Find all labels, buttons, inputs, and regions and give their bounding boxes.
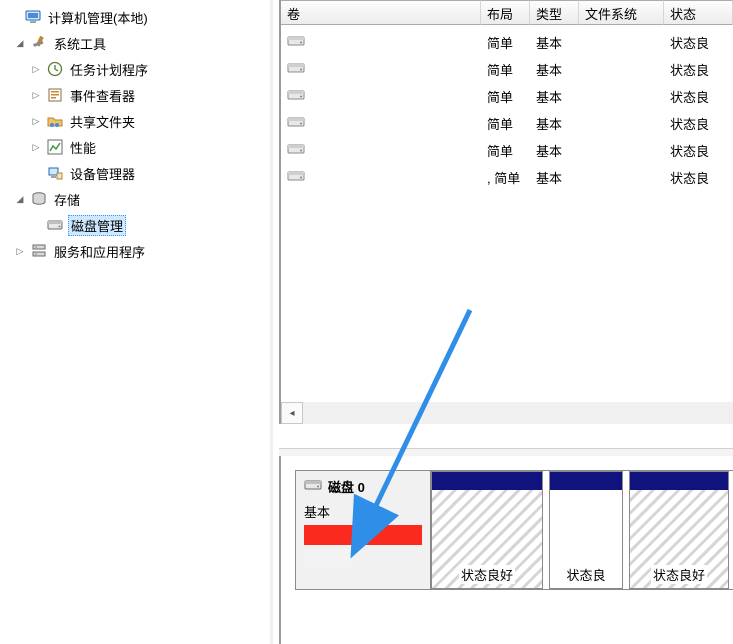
redacted-status [304, 549, 352, 567]
column-header-type[interactable]: 类型 [530, 0, 579, 25]
tree-label: 共享文件夹 [68, 112, 137, 131]
partition-2[interactable]: 状态良 [549, 471, 623, 589]
column-header-volume[interactable]: 卷 [281, 0, 481, 25]
partition-status: 状态良好 [651, 565, 707, 584]
tree-item-device-manager[interactable]: 设备管理器 [4, 160, 270, 186]
expand-icon[interactable]: ▷ [30, 116, 42, 127]
shared-folder-icon [46, 112, 64, 130]
clock-icon [46, 60, 64, 78]
tree-label: 设备管理器 [68, 164, 137, 183]
collapse-icon[interactable]: ◢ [14, 194, 26, 205]
disk-type: 基本 [304, 502, 422, 521]
tree-label: 计算机管理(本地) [46, 8, 150, 27]
disk-icon [304, 478, 322, 495]
volume-icon [287, 142, 305, 159]
volume-icon [287, 61, 305, 78]
volume-row[interactable]: 简单基本 状态良 [281, 29, 733, 56]
partition-color-bar [630, 472, 728, 490]
navigation-tree: 计算机管理(本地) ◢ 系统工具 ▷ 任务计划程序 ▷ 事件查看器 [0, 0, 270, 264]
volume-list-body: 简单基本状态良简单基本状态良简单基本状态良简单基本状态良简单基本状态良, 简单基… [281, 25, 733, 191]
cell-layout: , 简单 [481, 168, 530, 187]
volume-icon [287, 169, 305, 186]
tree-item-performance[interactable]: ▷ 性能 [4, 134, 270, 160]
tree-label: 存储 [52, 190, 82, 209]
cell-status: 状态良 [664, 168, 733, 187]
cell-type: 基本 [530, 60, 579, 79]
expand-icon[interactable]: ▷ [14, 246, 26, 257]
navigation-tree-pane: 计算机管理(本地) ◢ 系统工具 ▷ 任务计划程序 ▷ 事件查看器 [0, 0, 273, 644]
content-pane: 卷 布局 类型 文件系统 状态 简单基本状态良简单基本状态良简单基本状态良简单基… [273, 0, 733, 644]
tree-item-event-viewer[interactable]: ▷ 事件查看器 [4, 82, 270, 108]
services-icon [30, 242, 48, 260]
device-manager-icon [46, 164, 64, 182]
cell-layout: 简单 [481, 60, 530, 79]
cell-layout: 简单 [481, 114, 530, 133]
disk-row: 磁盘 0 基本 状态良好 状态良 状态良好 [295, 470, 733, 590]
column-header-status[interactable]: 状态 [664, 0, 733, 25]
cell-layout: 简单 [481, 87, 530, 106]
tools-icon [30, 34, 48, 52]
tree-label: 性能 [68, 138, 98, 157]
partition-color-bar [550, 472, 622, 490]
tree-item-system-tools[interactable]: ◢ 系统工具 [4, 30, 270, 56]
tree-label: 任务计划程序 [68, 60, 150, 79]
collapse-icon[interactable]: ◢ [14, 38, 26, 49]
tree-label: 服务和应用程序 [52, 242, 147, 261]
tree-item-services-apps[interactable]: ▷ 服务和应用程序 [4, 238, 270, 264]
expand-icon[interactable]: ▷ [30, 64, 42, 75]
performance-icon [46, 138, 64, 156]
tree-label: 系统工具 [52, 34, 108, 53]
cell-status: 状态良 [664, 141, 733, 160]
expand-icon[interactable]: ▷ [30, 142, 42, 153]
cell-status: 状态良 [664, 60, 733, 79]
expand-icon[interactable]: ▷ [30, 90, 42, 101]
partition-status: 状态良 [564, 565, 607, 584]
cell-status: 状态良 [664, 87, 733, 106]
volume-icon [287, 88, 305, 105]
scroll-left-button[interactable]: ◂ [281, 402, 303, 424]
tree-item-task-scheduler[interactable]: ▷ 任务计划程序 [4, 56, 270, 82]
tree-item-shared-folders[interactable]: ▷ 共享文件夹 [4, 108, 270, 134]
cell-status: 状态良 [664, 33, 733, 52]
volume-row[interactable]: 简单基本 状态良 [281, 56, 733, 83]
cell-type: 基本 [530, 87, 579, 106]
tree-item-storage[interactable]: ◢ 存储 [4, 186, 270, 212]
column-header-layout[interactable]: 布局 [481, 0, 530, 25]
cell-type: 基本 [530, 168, 579, 187]
volume-icon [287, 34, 305, 51]
cell-layout: 简单 [481, 141, 530, 160]
volume-row[interactable]: 简单基本 状态良 [281, 110, 733, 137]
disk-partitions: 状态良好 状态良 状态良好 W 10 状 [431, 470, 733, 590]
disk-title: 磁盘 0 [328, 477, 365, 496]
redacted-capacity [304, 525, 422, 545]
event-log-icon [46, 86, 64, 104]
volume-list[interactable]: 卷 布局 类型 文件系统 状态 简单基本状态良简单基本状态良简单基本状态良简单基… [279, 0, 733, 424]
partition-color-bar [432, 472, 542, 490]
disk-layout-pane: 磁盘 0 基本 状态良好 状态良 状态良好 [279, 456, 733, 644]
cell-layout: 简单 [481, 33, 530, 52]
disk-management-icon [46, 216, 64, 234]
storage-icon [30, 190, 48, 208]
partition-3[interactable]: 状态良好 [629, 471, 729, 589]
volume-row[interactable]: 简单基本 状态良 [281, 137, 733, 164]
cell-type: 基本 [530, 114, 579, 133]
disk-header[interactable]: 磁盘 0 基本 [295, 470, 431, 590]
tree-label: 事件查看器 [68, 86, 137, 105]
cell-type: 基本 [530, 33, 579, 52]
column-header-filesystem[interactable]: 文件系统 [579, 0, 664, 25]
tree-root-computer-management[interactable]: 计算机管理(本地) [4, 4, 270, 30]
cell-type: 基本 [530, 141, 579, 160]
volume-icon [287, 115, 305, 132]
horizontal-scrollbar[interactable]: ◂ [281, 402, 733, 424]
computer-icon [24, 8, 42, 26]
volume-list-header: 卷 布局 类型 文件系统 状态 [281, 0, 733, 25]
volume-row[interactable]: , 简单基本 状态良 [281, 164, 733, 191]
volume-row[interactable]: 简单基本 状态良 [281, 83, 733, 110]
partition-1[interactable]: 状态良好 [431, 471, 543, 589]
cell-status: 状态良 [664, 114, 733, 133]
tree-label: 磁盘管理 [68, 215, 126, 236]
partition-status: 状态良好 [459, 565, 515, 584]
tree-item-disk-management[interactable]: 磁盘管理 [4, 212, 270, 238]
